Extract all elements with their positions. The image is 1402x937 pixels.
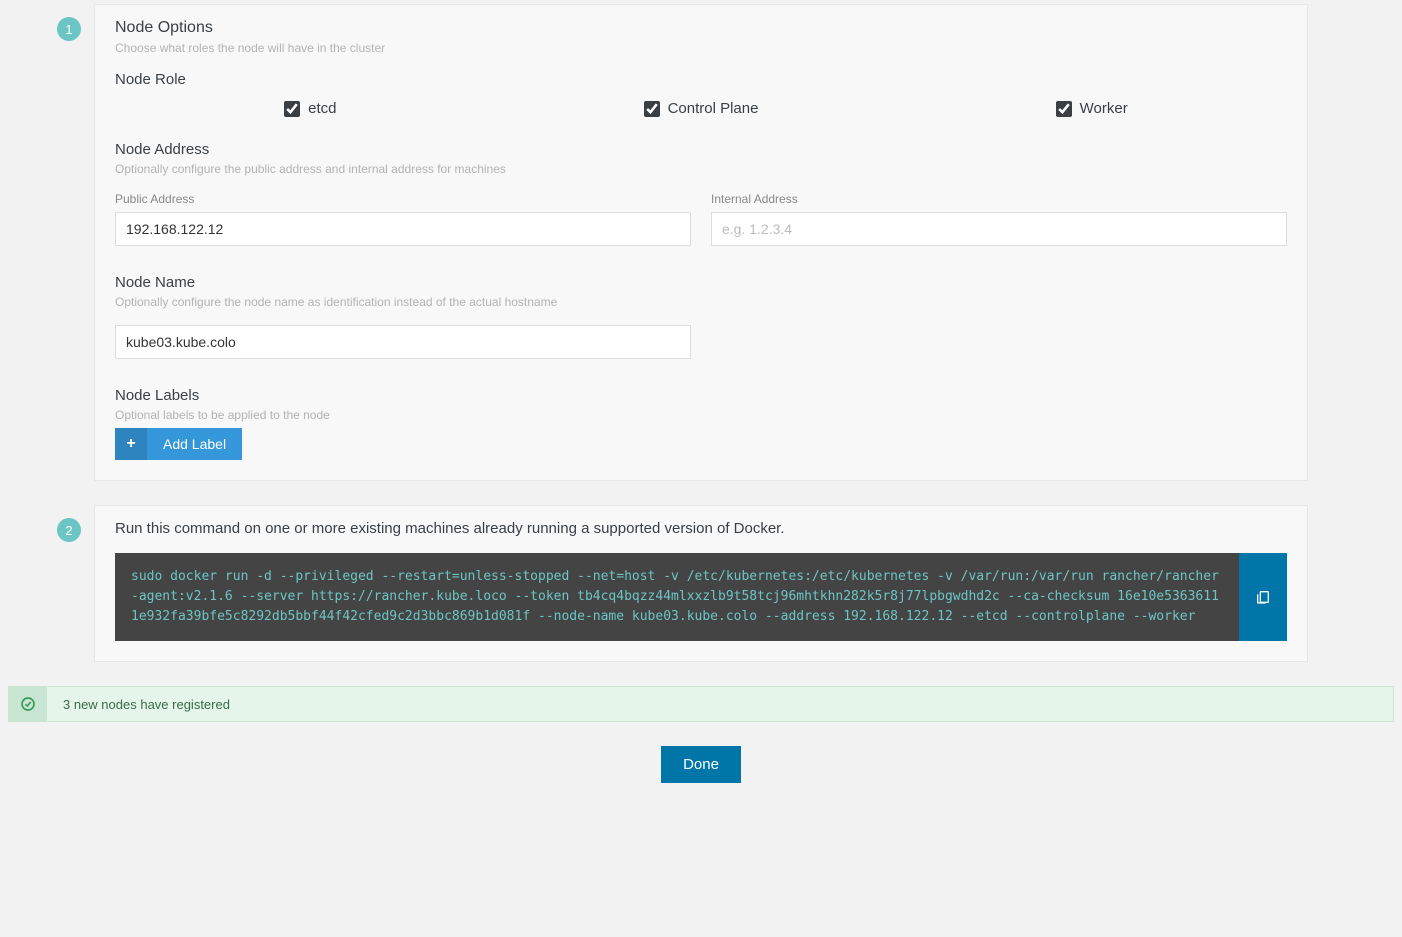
done-button[interactable]: Done <box>661 746 741 783</box>
controlplane-label: Control Plane <box>668 100 759 117</box>
node-name-title: Node Name <box>115 274 1287 291</box>
etcd-checkbox[interactable] <box>284 101 300 117</box>
registration-alert: 3 new nodes have registered <box>8 686 1394 722</box>
node-labels-desc: Optional labels to be applied to the nod… <box>115 408 1287 422</box>
public-address-input[interactable] <box>115 212 691 246</box>
clipboard-icon <box>1255 589 1271 605</box>
node-options-panel: 1 Node Options Choose what roles the nod… <box>94 4 1308 481</box>
alert-text: 3 new nodes have registered <box>47 697 246 712</box>
node-options-desc: Choose what roles the node will have in … <box>115 41 1287 55</box>
add-label-button[interactable]: + Add Label <box>115 428 242 460</box>
check-circle-icon <box>9 687 47 721</box>
node-options-title: Node Options <box>115 19 1287 37</box>
internal-address-label: Internal Address <box>711 192 1287 206</box>
etcd-label: etcd <box>308 100 336 117</box>
worker-checkbox[interactable] <box>1056 101 1072 117</box>
command-panel: 2 Run this command on one or more existi… <box>94 505 1308 662</box>
command-desc: Run this command on one or more existing… <box>115 520 1287 537</box>
node-name-desc: Optionally configure the node name as id… <box>115 295 1287 309</box>
public-address-label: Public Address <box>115 192 691 206</box>
add-label-text: Add Label <box>147 436 242 452</box>
copy-button[interactable] <box>1239 553 1287 641</box>
internal-address-input[interactable] <box>711 212 1287 246</box>
node-role-title: Node Role <box>115 71 1287 88</box>
node-name-input[interactable] <box>115 325 691 359</box>
step-1-badge: 1 <box>57 17 81 41</box>
node-address-title: Node Address <box>115 141 1287 158</box>
controlplane-checkbox[interactable] <box>644 101 660 117</box>
step-2-badge: 2 <box>57 518 81 542</box>
worker-label: Worker <box>1080 100 1128 117</box>
plus-icon: + <box>115 428 147 460</box>
node-labels-title: Node Labels <box>115 387 1287 404</box>
node-address-desc: Optionally configure the public address … <box>115 162 1287 176</box>
command-code: sudo docker run -d --privileged --restar… <box>115 553 1239 641</box>
